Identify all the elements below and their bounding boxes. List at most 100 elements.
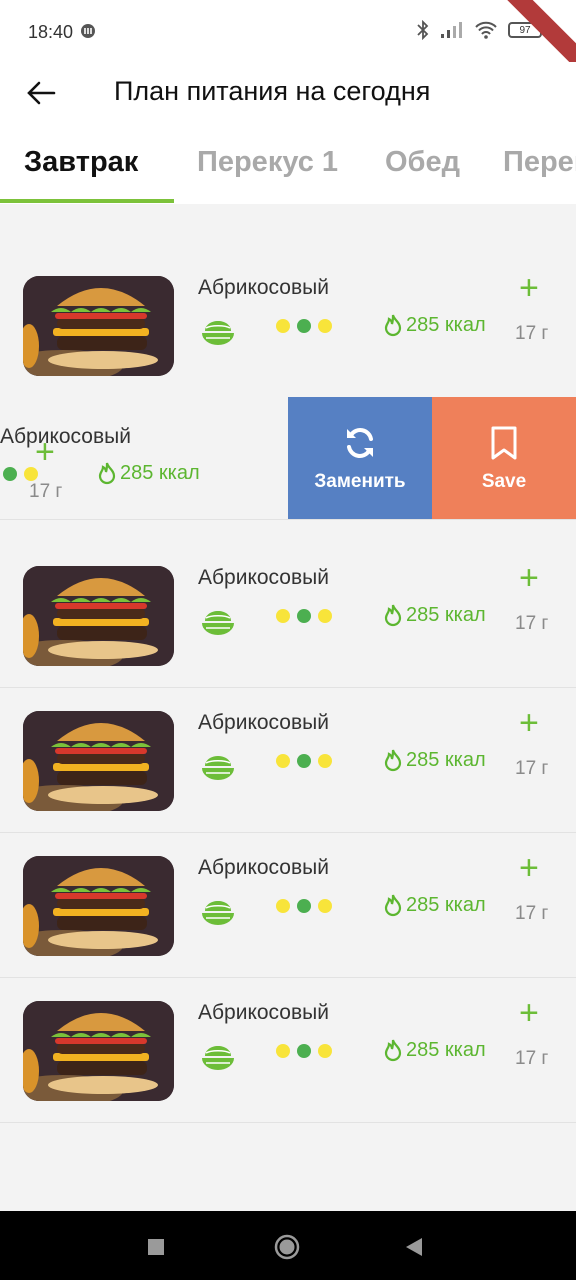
food-thumbnail [23,856,174,956]
burger-image [23,1001,174,1101]
tab-snack-1[interactable]: Перекус 1 [197,146,338,179]
nutrient-dot [318,1044,332,1058]
calories: 285 ккал [96,461,200,485]
bowl-icon [202,756,234,780]
page-title: План питания на сегодня [114,76,431,106]
back-nav-icon[interactable] [404,1236,424,1258]
add-button[interactable]: + [519,271,539,305]
add-button[interactable]: + [519,561,539,595]
portion-weight: 17 г [515,1048,549,1069]
food-name: Абрикосовый [198,1001,329,1024]
bowl-icon [202,321,234,345]
bowl-icon [202,611,234,635]
calories-value: 285 ккал [120,461,200,484]
nutrient-dots [276,319,332,333]
nutrient-dots [276,899,332,913]
calories-value: 285 ккал [406,893,486,916]
burger-image [23,711,174,811]
food-name: Абрикосовый [198,276,329,299]
nutrient-dots [276,1044,332,1058]
refresh-icon [347,427,373,458]
nutrient-dot [318,754,332,768]
screen: 18:40 97 План питания на сегодня Завтрак… [0,0,576,1280]
tab-snack-2[interactable]: Перекус 2 [503,146,576,179]
home-icon[interactable] [273,1233,301,1261]
portion-weight: 17 г [515,323,549,344]
calories-value: 285 ккал [406,313,486,336]
calories: 285 ккал [382,1038,486,1062]
bowl-icon [202,1046,234,1070]
tab-lunch[interactable]: Обед [385,146,460,179]
add-button[interactable]: + [35,435,55,469]
status-icons: 97 [416,20,542,40]
nutrient-dot [276,319,290,333]
food-list-item[interactable]: Абрикосовый 285 ккал + 17 г [0,833,576,978]
signal-icon [441,22,462,38]
food-thumbnail [23,1001,174,1101]
nutrient-dot [318,609,332,623]
food-name: Абрикосовый [198,856,329,879]
add-button[interactable]: + [519,706,539,740]
burger-image [23,276,174,376]
replace-button[interactable]: Заменить [288,397,432,519]
save-button[interactable]: Save [432,397,576,519]
wifi-icon [475,21,497,39]
food-list-item[interactable]: Абрикосовый 285 ккал + 17 г [0,543,576,688]
calories: 285 ккал [382,748,486,772]
food-thumbnail [23,566,174,666]
flame-icon [384,314,402,337]
recents-icon[interactable] [147,1238,165,1256]
calories: 285 ккал [382,893,486,917]
portion-weight: 17 г [515,613,549,634]
system-nav-bar [0,1211,576,1280]
add-button[interactable]: + [519,851,539,885]
replace-label: Заменить [314,470,406,492]
flame-icon [384,749,402,772]
food-list-item-swiped[interactable]: Абрикосовый 285 ккал + 17 г Заменить Sav… [0,397,576,520]
bluetooth-icon [417,20,429,40]
nutrient-dot [276,899,290,913]
flame-icon [384,1039,402,1062]
flame-icon [384,894,402,917]
burger-image [23,566,174,666]
app-bar: План питания на сегодня [0,62,576,124]
nutrient-dot [297,609,311,623]
calories: 285 ккал [382,603,486,627]
calories-value: 285 ккал [406,748,486,771]
back-arrow-icon[interactable] [24,76,58,110]
nutrient-dot [276,754,290,768]
add-button[interactable]: + [519,996,539,1030]
food-thumbnail [23,276,174,376]
nutrient-dot [318,899,332,913]
save-label: Save [481,470,527,492]
nutrient-dots [276,754,332,768]
nutrient-dot [318,319,332,333]
nutrient-dot [276,1044,290,1058]
calories-value: 285 ккал [406,603,486,626]
app-notification-icon [81,24,95,38]
nutrient-dot [3,467,17,481]
burger-image [23,856,174,956]
bookmark-icon [491,426,517,459]
food-list-item[interactable]: Абрикосовый 285 ккал + 17 г [0,688,576,833]
status-time: 18:40 [28,22,74,42]
meal-tabs: Завтрак Перекус 1 Обед Перекус 2 [0,124,576,204]
food-name: Абрикосовый [198,566,329,589]
nutrient-dot [297,754,311,768]
calories: 285 ккал [382,313,486,337]
status-bar: 18:40 97 [0,0,576,77]
portion-weight: 17 г [515,903,549,924]
nutrient-dot [297,899,311,913]
food-name: Абрикосовый [0,425,131,448]
calories-value: 285 ккал [406,1038,486,1061]
tab-indicator [0,199,174,203]
bowl-icon [202,901,234,925]
food-list-item[interactable]: Абрикосовый 285 ккал + 17 г [0,253,576,398]
nutrient-dot [276,609,290,623]
tab-breakfast[interactable]: Завтрак [24,146,138,179]
nutrient-dots [0,467,38,481]
food-name: Абрикосовый [198,711,329,734]
flame-icon [384,604,402,627]
nutrient-dot [297,1044,311,1058]
food-list-item[interactable]: Абрикосовый 285 ккал + 17 г [0,978,576,1123]
